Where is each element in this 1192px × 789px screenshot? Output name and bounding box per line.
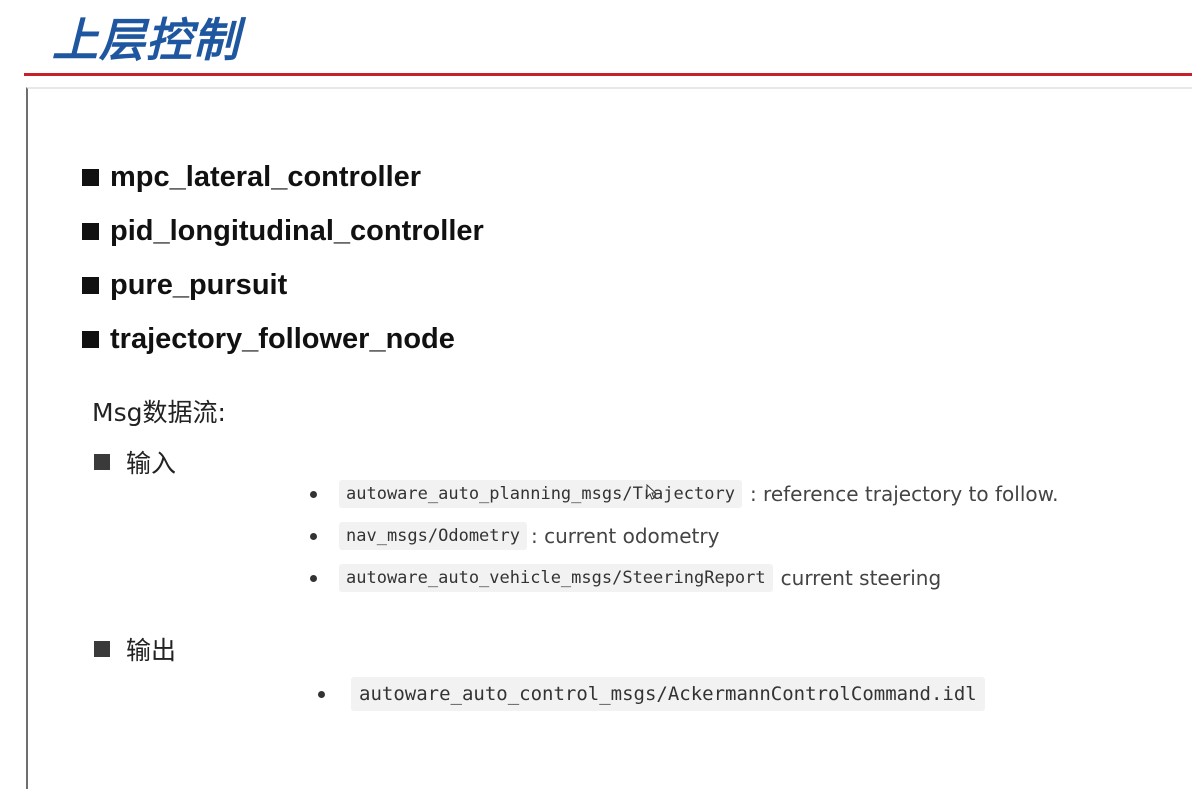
output-label: 输出 bbox=[126, 636, 177, 665]
module-name: pure_pursuit bbox=[110, 268, 288, 301]
mouse-cursor-icon bbox=[646, 484, 656, 500]
msg-type-code: autoware_auto_planning_msgs/Trajectory bbox=[339, 480, 742, 508]
msg-flow-heading: Msg数据流: bbox=[92, 398, 226, 427]
list-item: trajectory_follower_node bbox=[82, 312, 484, 366]
module-name: mpc_lateral_controller bbox=[110, 160, 422, 193]
slide-title: 上层控制 bbox=[52, 13, 240, 67]
msg-description: : current odometry bbox=[531, 524, 720, 548]
output-section-heading: 输出 bbox=[94, 631, 176, 667]
list-item: nav_msgs/Odometry : current odometry bbox=[310, 515, 1059, 557]
module-name: trajectory_follower_node bbox=[110, 322, 455, 355]
dot-bullet-icon bbox=[310, 490, 317, 498]
list-item: pure_pursuit bbox=[82, 258, 484, 312]
msg-type-code: autoware_auto_vehicle_msgs/SteeringRepor… bbox=[339, 564, 773, 592]
list-item: pid_longitudinal_controller bbox=[82, 204, 484, 258]
list-item: autoware_auto_vehicle_msgs/SteeringRepor… bbox=[310, 557, 1059, 599]
input-label: 输入 bbox=[126, 449, 177, 478]
title-divider bbox=[24, 73, 1192, 76]
module-name: pid_longitudinal_controller bbox=[110, 214, 484, 247]
square-bullet-icon bbox=[82, 168, 99, 186]
msg-type-code: nav_msgs/Odometry bbox=[339, 522, 527, 550]
dot-bullet-icon bbox=[318, 690, 325, 698]
square-bullet-icon bbox=[82, 330, 99, 348]
msg-description: : reference trajectory to follow. bbox=[749, 482, 1059, 506]
square-bullet-icon bbox=[82, 222, 99, 240]
square-bullet-icon bbox=[94, 641, 110, 657]
msg-description: current steering bbox=[780, 566, 942, 590]
square-bullet-icon bbox=[82, 276, 99, 294]
input-section-heading: 输入 bbox=[94, 444, 176, 480]
list-item: autoware_auto_control_msgs/AckermannCont… bbox=[318, 673, 985, 715]
list-item: mpc_lateral_controller bbox=[82, 150, 484, 204]
output-msg-list: autoware_auto_control_msgs/AckermannCont… bbox=[318, 673, 985, 715]
module-list: mpc_lateral_controller pid_longitudinal_… bbox=[82, 150, 484, 366]
list-item: autoware_auto_planning_msgs/Trajectory :… bbox=[310, 473, 1059, 515]
dot-bullet-icon bbox=[310, 574, 317, 582]
msg-type-code: autoware_auto_control_msgs/AckermannCont… bbox=[351, 677, 985, 711]
square-bullet-icon bbox=[94, 454, 110, 470]
dot-bullet-icon bbox=[310, 532, 317, 540]
input-msg-list: autoware_auto_planning_msgs/Trajectory :… bbox=[310, 473, 1059, 599]
